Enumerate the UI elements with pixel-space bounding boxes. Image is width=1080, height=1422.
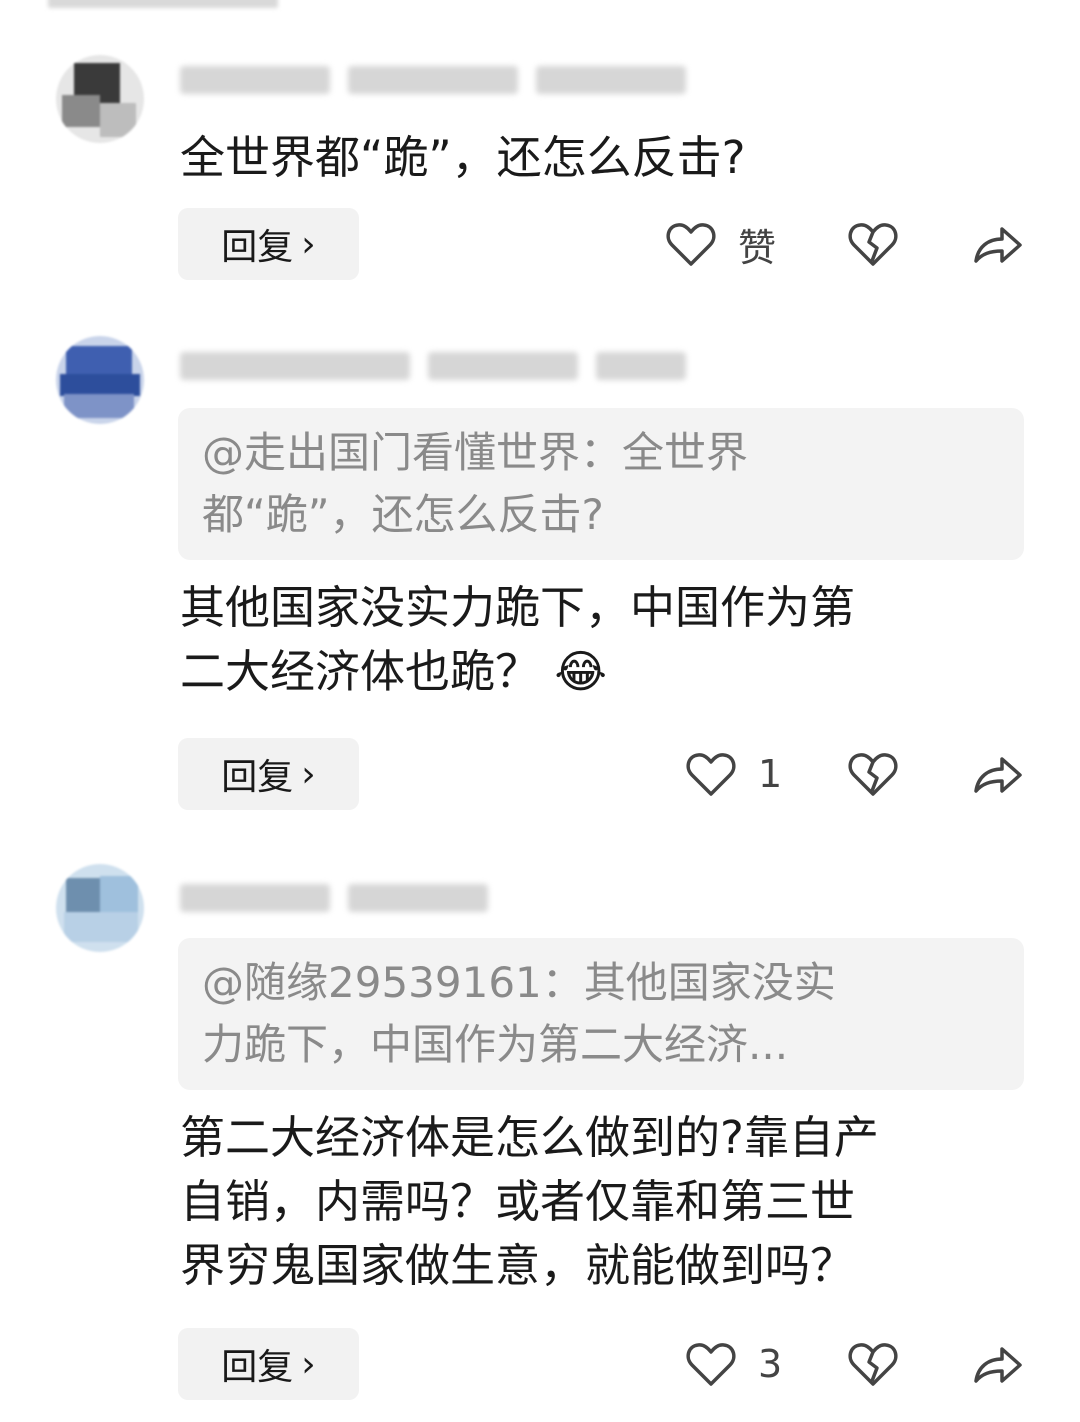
quoted-comment[interactable]: @随缘29539161：其他国家没实 力跪下，中国作为第二大经济...: [178, 938, 1024, 1090]
like-button[interactable]: 3: [686, 1328, 782, 1400]
heart-outline-icon: [686, 753, 736, 796]
username-blurred: [180, 878, 700, 918]
comment-actions: 3: [660, 1328, 1030, 1400]
comment-text-content: 其他国家没实力跪下，中国作为第 二大经济体也跪？: [180, 581, 856, 698]
like-label: 赞: [738, 225, 777, 270]
comment-text: 其他国家没实力跪下，中国作为第 二大经济体也跪？ 😂: [180, 576, 1020, 704]
comment-actions: 赞: [660, 208, 1030, 280]
broken-heart-icon: [848, 753, 898, 796]
like-count: 3: [758, 1342, 783, 1386]
like-count: 1: [758, 752, 783, 796]
share-arrow-icon: [974, 1347, 1022, 1383]
heart-outline-icon: [666, 223, 716, 266]
chevron-right-icon: ›: [301, 223, 316, 265]
broken-heart-icon: [848, 1343, 898, 1386]
reply-button[interactable]: 回复 ›: [178, 208, 359, 280]
reply-button[interactable]: 回复 ›: [178, 1328, 359, 1400]
share-button[interactable]: [972, 738, 1024, 810]
comment-text: 第二大经济体是怎么做到的?靠自产 自销，内需吗？或者仅靠和第三世 界穷鬼国家做生…: [180, 1111, 879, 1292]
chevron-right-icon: ›: [301, 753, 316, 795]
username-blurred: [180, 60, 700, 100]
avatar[interactable]: [56, 864, 144, 952]
avatar[interactable]: [56, 55, 144, 143]
dislike-button[interactable]: [848, 738, 898, 810]
username-blurred: [180, 346, 700, 386]
dislike-button[interactable]: [848, 1328, 898, 1400]
broken-heart-icon: [848, 223, 898, 266]
reply-label: 回复: [221, 227, 294, 268]
like-button[interactable]: 1: [686, 738, 782, 810]
laughing-emoji-icon: 😂: [554, 645, 607, 698]
quoted-comment[interactable]: @走出国门看懂世界：全世界 都“跪”，还怎么反击?: [178, 408, 1024, 560]
avatar[interactable]: [56, 336, 144, 424]
share-button[interactable]: [972, 1328, 1024, 1400]
share-arrow-icon: [974, 757, 1022, 793]
reply-button[interactable]: 回复 ›: [178, 738, 359, 810]
comment-actions: 1: [660, 738, 1030, 810]
share-button[interactable]: [972, 208, 1024, 280]
reply-label: 回复: [221, 757, 294, 798]
comment-text: 全世界都“跪”，还怎么反击?: [180, 131, 746, 184]
chevron-right-icon: ›: [301, 1343, 316, 1385]
dislike-button[interactable]: [848, 208, 898, 280]
reply-label: 回复: [221, 1347, 294, 1388]
share-arrow-icon: [974, 227, 1022, 263]
like-button[interactable]: 赞: [666, 208, 776, 280]
heart-outline-icon: [686, 1343, 736, 1386]
blurred-section-header: [48, 0, 278, 8]
